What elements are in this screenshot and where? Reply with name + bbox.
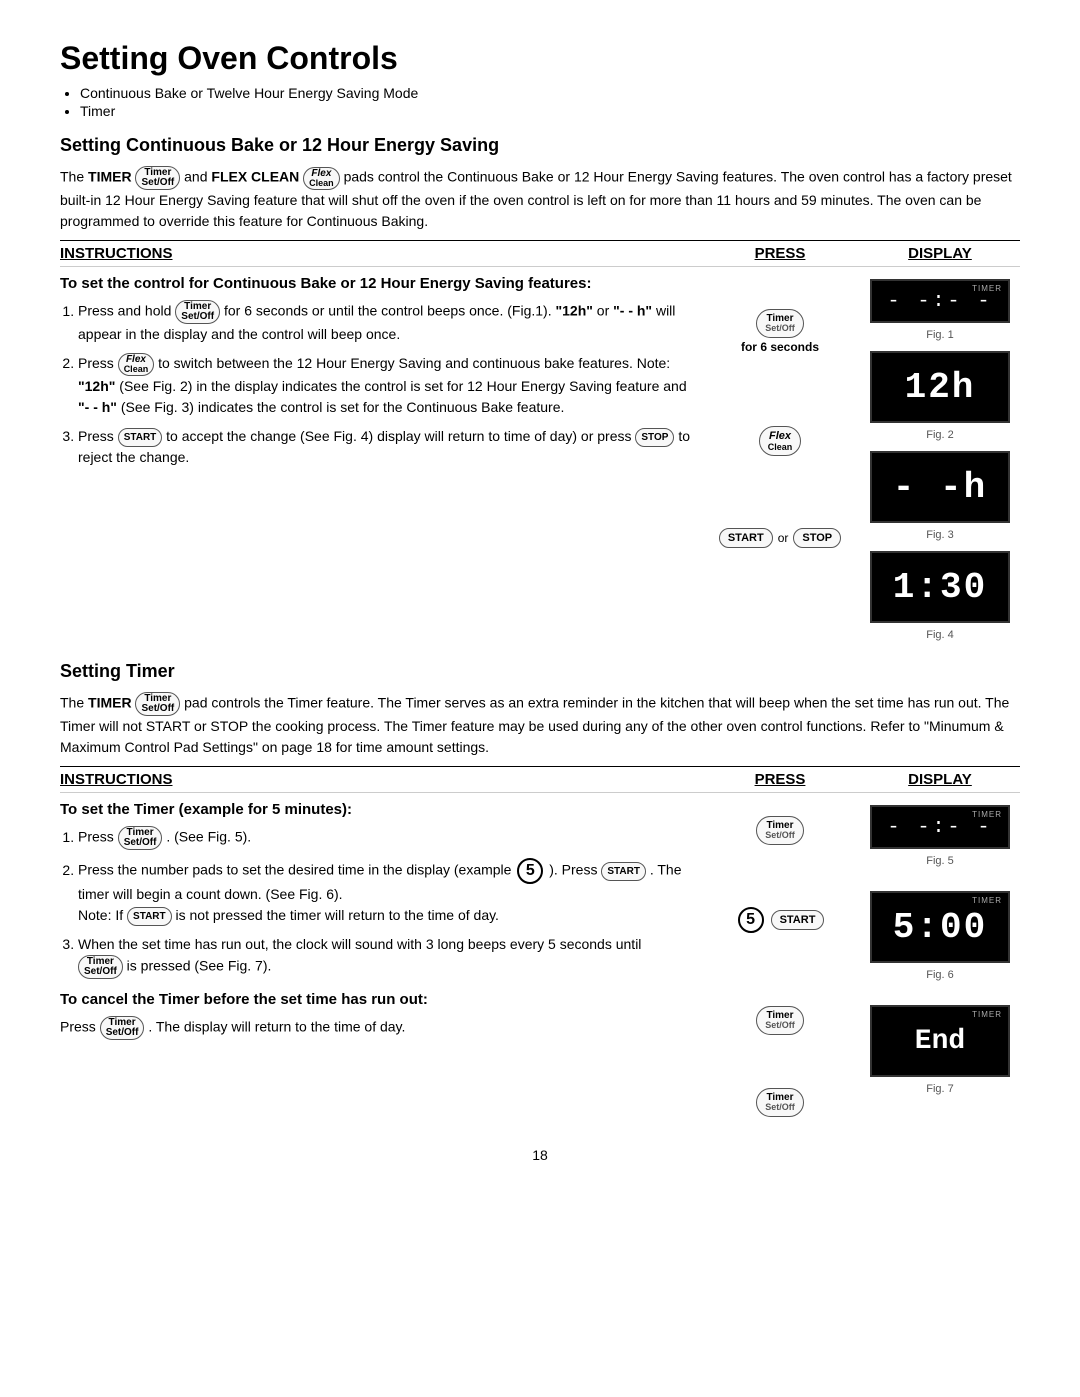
- press-col-2: Timer Set/Off 5 START Timer Set/Off Time…: [700, 801, 860, 1117]
- timer-label-fig7: TIMER: [972, 1010, 1002, 1019]
- fig3-text: - -h: [893, 467, 987, 508]
- section2-subheading2: To cancel the Timer before the set time …: [60, 991, 690, 1008]
- section2-heading: Setting Timer: [60, 661, 1020, 682]
- start-btn-ts2-note: START: [127, 907, 172, 926]
- section1-subheading: To set the control for Continuous Bake o…: [60, 275, 690, 292]
- for-seconds-label: for 6 seconds: [741, 340, 819, 354]
- timer-btn-ts3: TimerSet/Off: [78, 955, 123, 979]
- stop-btn-step3: STOP: [635, 428, 674, 447]
- fig4-text: 1:30: [893, 567, 987, 608]
- stop-btn-press3: STOP: [793, 528, 841, 548]
- fig1-label: Fig. 1: [926, 329, 954, 341]
- col-press-label: PRESS: [700, 245, 860, 262]
- display-fig6: TIMER 5:00: [870, 891, 1010, 963]
- instructions-col: To set the control for Continuous Bake o…: [60, 275, 700, 641]
- timer-btn-step1: TimerSet/Off: [175, 300, 220, 324]
- timer-label-fig6: TIMER: [972, 896, 1002, 905]
- number-5-circle: 5: [517, 858, 543, 884]
- timer-btn-press1: Timer Set/Off: [756, 309, 804, 338]
- section2-steps: Press TimerSet/Off . (See Fig. 5). Press…: [78, 826, 690, 979]
- timer-step1: Press TimerSet/Off . (See Fig. 5).: [78, 826, 690, 850]
- timer-press-ts3: Timer Set/Off: [756, 1006, 804, 1035]
- section1-body: To set the control for Continuous Bake o…: [60, 275, 1020, 641]
- fig2-text: 12h: [905, 367, 976, 408]
- instructions-col-2: To set the Timer (example for 5 minutes)…: [60, 801, 700, 1117]
- section2-subheading1: To set the Timer (example for 5 minutes)…: [60, 801, 690, 818]
- display-col-1: TIMER - -:- - Fig. 1 12h Fig. 2 - -h Fig…: [860, 275, 1020, 641]
- fig3-label: Fig. 3: [926, 529, 954, 541]
- fig4-label: Fig. 4: [926, 629, 954, 641]
- page-title: Setting Oven Controls: [60, 40, 1020, 77]
- press-col-1: Timer Set/Off for 6 seconds Flex Clean S…: [700, 275, 860, 641]
- fig7-label: Fig. 7: [926, 1083, 954, 1095]
- fig2-label: Fig. 2: [926, 429, 954, 441]
- page-number: 18: [60, 1147, 1020, 1163]
- display-fig5: TIMER - -:- -: [870, 805, 1010, 849]
- section2-intro: The TIMER TimerSet/Off pad controls the …: [60, 692, 1020, 758]
- timer-btn-inline: TimerSet/Off: [135, 166, 180, 190]
- fig7-text: End: [915, 1026, 965, 1057]
- flexclean-btn-step2: FlexClean: [118, 353, 155, 376]
- display-col-2: TIMER - -:- - Fig. 5 TIMER 5:00 Fig. 6 T…: [860, 801, 1020, 1117]
- bullet-2: Timer: [80, 103, 1020, 119]
- display-fig7: TIMER End: [870, 1005, 1010, 1077]
- timer-step2: Press the number pads to set the desired…: [78, 858, 690, 926]
- number-5-press: 5: [738, 907, 764, 933]
- timer-press-cancel: Timer Set/Off: [756, 1088, 804, 1117]
- intro-bullets: Continuous Bake or Twelve Hour Energy Sa…: [80, 85, 1020, 119]
- flexclean-btn-inline: FlexClean: [303, 167, 340, 190]
- display-fig2: 12h: [870, 351, 1010, 423]
- fig6-text: 5:00: [893, 907, 987, 948]
- step1: Press and hold TimerSet/Off for 6 second…: [78, 300, 690, 345]
- col-press-label-2: PRESS: [700, 771, 860, 788]
- section1-steps: Press and hold TimerSet/Off for 6 second…: [78, 300, 690, 468]
- fig5-label: Fig. 5: [926, 855, 954, 867]
- display-fig1: TIMER - -:- -: [870, 279, 1010, 323]
- col-display-label-2: DISPLAY: [860, 771, 1020, 788]
- cancel-text: Press TimerSet/Off . The display will re…: [60, 1016, 690, 1040]
- start-btn-press3: START: [719, 528, 773, 548]
- flexclean-btn-press2: Flex Clean: [759, 426, 802, 456]
- timer-label-fig5: TIMER: [972, 810, 1002, 819]
- display-fig4: 1:30: [870, 551, 1010, 623]
- col-instructions-label-2: INSTRUCTIONS: [60, 771, 700, 788]
- timer-btn-cancel: TimerSet/Off: [100, 1016, 145, 1040]
- section2-col-header: INSTRUCTIONS PRESS DISPLAY: [60, 766, 1020, 793]
- col-instructions-label: INSTRUCTIONS: [60, 245, 700, 262]
- fig6-label: Fig. 6: [926, 969, 954, 981]
- timer-label-fig1: TIMER: [972, 284, 1002, 293]
- start-btn-step3: START: [118, 428, 163, 447]
- display-fig3: - -h: [870, 451, 1010, 523]
- section1-heading: Setting Continuous Bake or 12 Hour Energ…: [60, 135, 1020, 156]
- section1-col-header: INSTRUCTIONS PRESS DISPLAY: [60, 240, 1020, 267]
- start-btn-ts2: START: [601, 862, 646, 881]
- section1-intro: The TIMER TimerSet/Off and FLEX CLEAN Fl…: [60, 166, 1020, 232]
- section2-body: To set the Timer (example for 5 minutes)…: [60, 801, 1020, 1117]
- timer-btn-ts1: TimerSet/Off: [118, 826, 163, 850]
- timer-btn-s2: TimerSet/Off: [135, 692, 180, 716]
- step3: Press START to accept the change (See Fi…: [78, 426, 690, 468]
- bullet-1: Continuous Bake or Twelve Hour Energy Sa…: [80, 85, 1020, 101]
- start-btn-press-ts2: START: [771, 910, 825, 930]
- col-display-label: DISPLAY: [860, 245, 1020, 262]
- timer-step3: When the set time has run out, the clock…: [78, 934, 690, 979]
- timer-press-ts1: Timer Set/Off: [756, 816, 804, 845]
- step2: Press FlexClean to switch between the 12…: [78, 353, 690, 418]
